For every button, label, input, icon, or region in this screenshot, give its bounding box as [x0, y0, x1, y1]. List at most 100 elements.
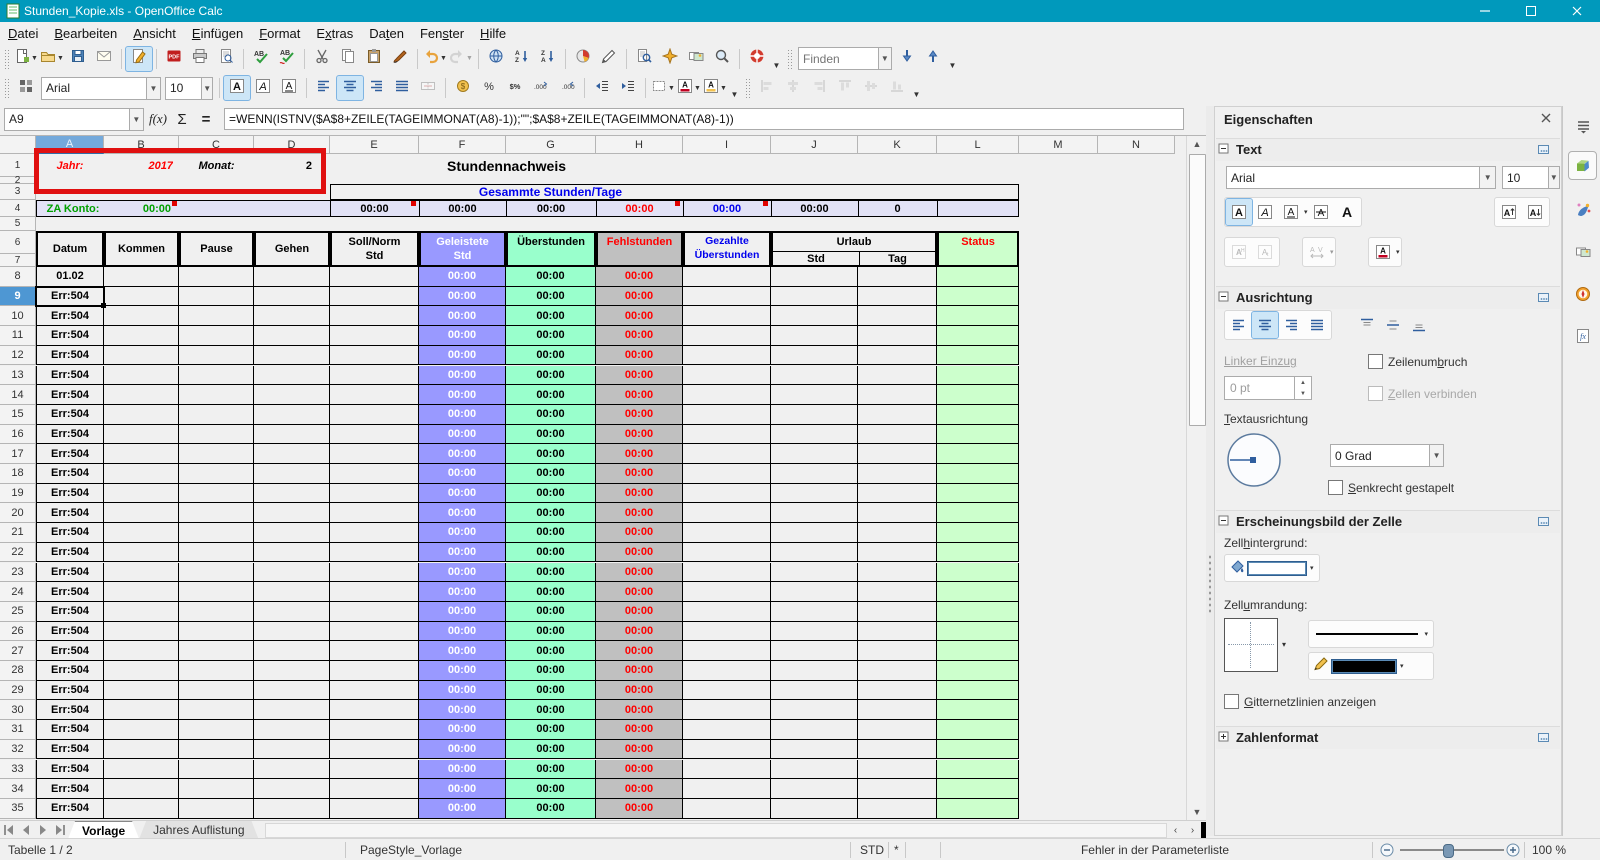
cell-b27[interactable] [104, 641, 179, 661]
cell-i31[interactable] [683, 720, 771, 740]
column-header-H[interactable]: H [596, 136, 683, 154]
next-sheet-button[interactable] [34, 822, 51, 838]
cell-b24[interactable] [104, 582, 179, 602]
chevron-down-icon[interactable]: ▼ [128, 108, 143, 130]
pdf-export-button[interactable]: PDF [161, 47, 187, 71]
cell-e25[interactable] [330, 601, 419, 622]
cell-k35[interactable] [858, 798, 937, 819]
previous-sheet-button[interactable] [17, 822, 34, 838]
row-header-34[interactable]: 34 [0, 779, 36, 799]
chevron-down-icon[interactable]: ▼ [201, 77, 212, 99]
first-sheet-button[interactable] [0, 822, 17, 838]
border-preset-widget[interactable] [1224, 618, 1278, 672]
cell-e33[interactable] [330, 759, 419, 780]
cell-k8[interactable] [858, 267, 937, 287]
cell-l15[interactable] [937, 404, 1019, 425]
cell-d33[interactable] [254, 759, 330, 780]
cell-c16[interactable] [179, 424, 254, 445]
row-header-12[interactable]: 12 [0, 345, 36, 366]
header-b[interactable]: Kommen [104, 231, 179, 267]
selection-mode[interactable]: STD [860, 843, 884, 857]
cell-j30[interactable] [771, 700, 858, 721]
page-preview-button[interactable] [213, 47, 239, 71]
standard-format-button[interactable]: $% [502, 76, 528, 100]
print-button[interactable] [187, 47, 213, 71]
sidebar-splitter[interactable] [1206, 106, 1214, 836]
cell-c12[interactable] [179, 345, 254, 366]
row-header-15[interactable]: 15 [0, 404, 36, 425]
cell-d25[interactable] [254, 601, 330, 622]
insert-chart-button[interactable] [570, 47, 596, 71]
row-header-26[interactable]: 26 [0, 621, 36, 642]
cell-f17[interactable]: 00:00 [419, 444, 506, 464]
cell-h18[interactable]: 00:00 [596, 464, 683, 484]
header-c[interactable]: Pause [179, 231, 254, 267]
column-header-N[interactable]: N [1098, 136, 1175, 154]
cell-d12[interactable] [254, 345, 330, 366]
cell-a21[interactable]: Err:504 [36, 523, 104, 543]
menu-extras[interactable]: Extras [308, 23, 361, 44]
cell-a30[interactable]: Err:504 [36, 700, 104, 721]
header-f[interactable]: Geleistete Std [419, 231, 506, 267]
cell-b21[interactable] [104, 523, 179, 543]
sum-button[interactable]: Σ [170, 108, 194, 130]
cell-k11[interactable] [858, 326, 937, 346]
cell-j16[interactable] [771, 424, 858, 445]
cell-a12[interactable]: Err:504 [36, 345, 104, 366]
cell-g12[interactable]: 00:00 [506, 345, 596, 366]
row-header-11[interactable]: 11 [0, 326, 36, 346]
header-g[interactable]: Überstunden [506, 231, 596, 267]
align-object-left-button[interactable] [754, 76, 780, 100]
cell-b9[interactable] [104, 286, 179, 307]
cell-i19[interactable] [683, 483, 771, 504]
cell-f23[interactable]: 00:00 [419, 562, 506, 583]
cell-e21[interactable] [330, 523, 419, 543]
page-style[interactable]: PageStyle_Vorlage [360, 843, 462, 857]
align-middle-button[interactable] [1380, 312, 1406, 338]
cell-h30[interactable]: 00:00 [596, 700, 683, 721]
cell-j9[interactable] [771, 286, 858, 307]
text-more-options-icon[interactable] [1536, 142, 1552, 163]
zeilenumbruch-checkbox[interactable]: Zeilenumbruch [1368, 354, 1467, 369]
sort-ascending-button[interactable]: AZ [509, 47, 535, 71]
header-e[interactable]: Soll/Norm Std [330, 231, 419, 267]
find-toolbar-more-button[interactable]: ▼ [946, 46, 959, 72]
auto-spellcheck-button[interactable]: AB [274, 47, 300, 71]
cell-j12[interactable] [771, 345, 858, 366]
cell-c8[interactable] [179, 267, 254, 287]
cell-f13[interactable]: 00:00 [419, 365, 506, 386]
cell-l27[interactable] [937, 641, 1019, 661]
cell-d21[interactable] [254, 523, 330, 543]
background-color-button[interactable]: A ▼ [702, 76, 728, 100]
cell-h11[interactable]: 00:00 [596, 326, 683, 346]
cell-i24[interactable] [683, 582, 771, 602]
currency-format-button[interactable]: $ [450, 76, 476, 100]
row-header-22[interactable]: 22 [0, 542, 36, 563]
cell-j34[interactable] [771, 779, 858, 799]
collapse-icon[interactable] [1218, 143, 1234, 164]
cell-i15[interactable] [683, 404, 771, 425]
align-toolbar-more-button[interactable]: ▼ [910, 75, 923, 101]
chevron-down-icon[interactable]: ▾ [1282, 640, 1286, 649]
cell-a8[interactable]: 01.02 [36, 267, 104, 287]
cell-g17[interactable]: 00:00 [506, 444, 596, 464]
cell-d24[interactable] [254, 582, 330, 602]
scroll-up-icon[interactable]: ▲ [1187, 136, 1207, 152]
draw-functions-button[interactable] [596, 47, 622, 71]
copy-button[interactable] [335, 47, 361, 71]
cell-f31[interactable]: 00:00 [419, 720, 506, 740]
cell-k26[interactable] [858, 621, 937, 642]
cell-a18[interactable]: Err:504 [36, 464, 104, 484]
align-object-top-button[interactable] [832, 76, 858, 100]
cell-c28[interactable] [179, 661, 254, 681]
menu-fenster[interactable]: Fenster [412, 23, 472, 44]
increase-font-button[interactable]: A [1496, 199, 1522, 225]
cell-e26[interactable] [330, 621, 419, 642]
cell-j35[interactable] [771, 798, 858, 819]
decrease-indent-button[interactable] [589, 76, 615, 100]
navigator-button[interactable] [657, 47, 683, 71]
cell-b22[interactable] [104, 542, 179, 563]
cell-l26[interactable] [937, 621, 1019, 642]
cell-d15[interactable] [254, 404, 330, 425]
tab-functions[interactable]: fx [1569, 322, 1596, 349]
